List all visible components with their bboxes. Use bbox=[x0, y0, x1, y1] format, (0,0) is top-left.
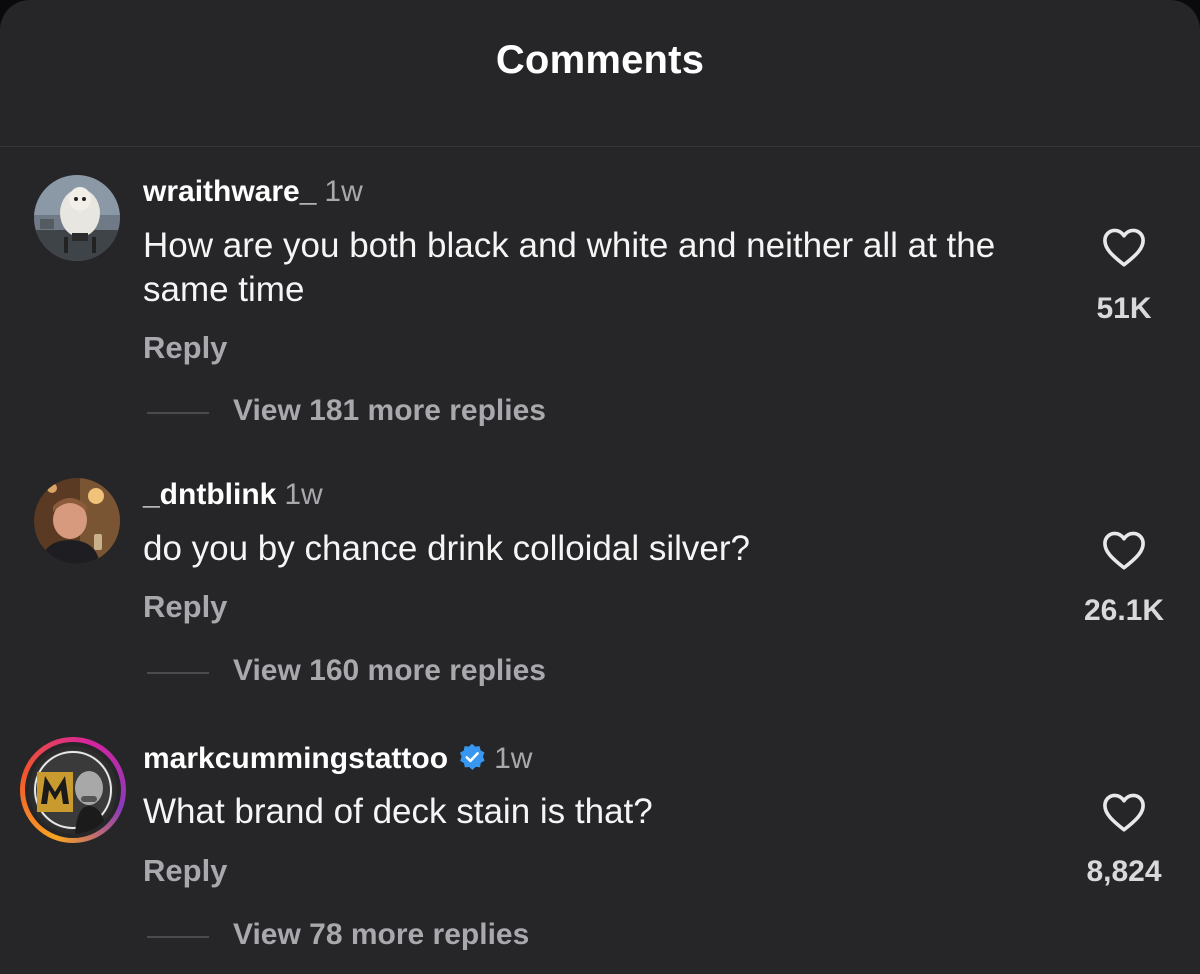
like-count: 26.1K bbox=[1083, 594, 1165, 627]
avatar-photo-icon bbox=[34, 175, 120, 261]
comments-sheet: Comments wraithware_ 1w How are you both … bbox=[0, 0, 1200, 974]
replies-divider bbox=[147, 936, 209, 938]
comment-meta: _dntblink 1w bbox=[143, 477, 323, 513]
replies-divider bbox=[147, 672, 209, 674]
comment-time: 1w bbox=[494, 742, 533, 775]
like-count: 8,824 bbox=[1086, 855, 1162, 888]
comment-meta: markcummingstattoo 1w bbox=[143, 741, 532, 780]
avatar-photo-icon bbox=[34, 478, 120, 564]
comment-username[interactable]: markcummingstattoo bbox=[143, 742, 448, 775]
comment-time: 1w bbox=[284, 478, 323, 511]
page-title: Comments bbox=[495, 38, 705, 82]
reply-button[interactable]: Reply bbox=[143, 589, 227, 625]
heart-outline-icon bbox=[1103, 531, 1145, 570]
verified-badge-icon bbox=[458, 743, 486, 780]
view-replies-button[interactable]: View 78 more replies bbox=[233, 918, 529, 952]
avatar[interactable] bbox=[34, 175, 120, 261]
avatar bbox=[29, 746, 117, 834]
reply-button[interactable]: Reply bbox=[143, 853, 227, 889]
like-count: 51K bbox=[1096, 292, 1152, 325]
view-replies-button[interactable]: View 160 more replies bbox=[233, 654, 546, 688]
avatar[interactable] bbox=[34, 478, 120, 564]
heart-outline-icon bbox=[1103, 793, 1145, 832]
like-button[interactable] bbox=[1064, 226, 1184, 268]
view-replies-button[interactable]: View 181 more replies bbox=[233, 394, 546, 428]
like-button[interactable] bbox=[1064, 791, 1184, 833]
reply-button[interactable]: Reply bbox=[143, 330, 227, 366]
comment-username[interactable]: _dntblink bbox=[143, 478, 276, 511]
comment-username[interactable]: wraithware_ bbox=[143, 175, 316, 208]
comment-meta: wraithware_ 1w bbox=[143, 174, 363, 210]
avatar-photo-icon bbox=[29, 746, 117, 834]
comment-text: How are you both black and white and nei… bbox=[143, 226, 996, 309]
comment-text: do you by chance drink colloidal silver? bbox=[143, 529, 750, 568]
comment-time: 1w bbox=[324, 175, 363, 208]
heart-outline-icon bbox=[1103, 228, 1145, 267]
story-ring[interactable] bbox=[20, 737, 126, 843]
comment-text: What brand of deck stain is that? bbox=[143, 792, 653, 831]
like-button[interactable] bbox=[1064, 529, 1184, 571]
sheet-header: Comments bbox=[0, 0, 1200, 147]
replies-divider bbox=[147, 412, 209, 414]
